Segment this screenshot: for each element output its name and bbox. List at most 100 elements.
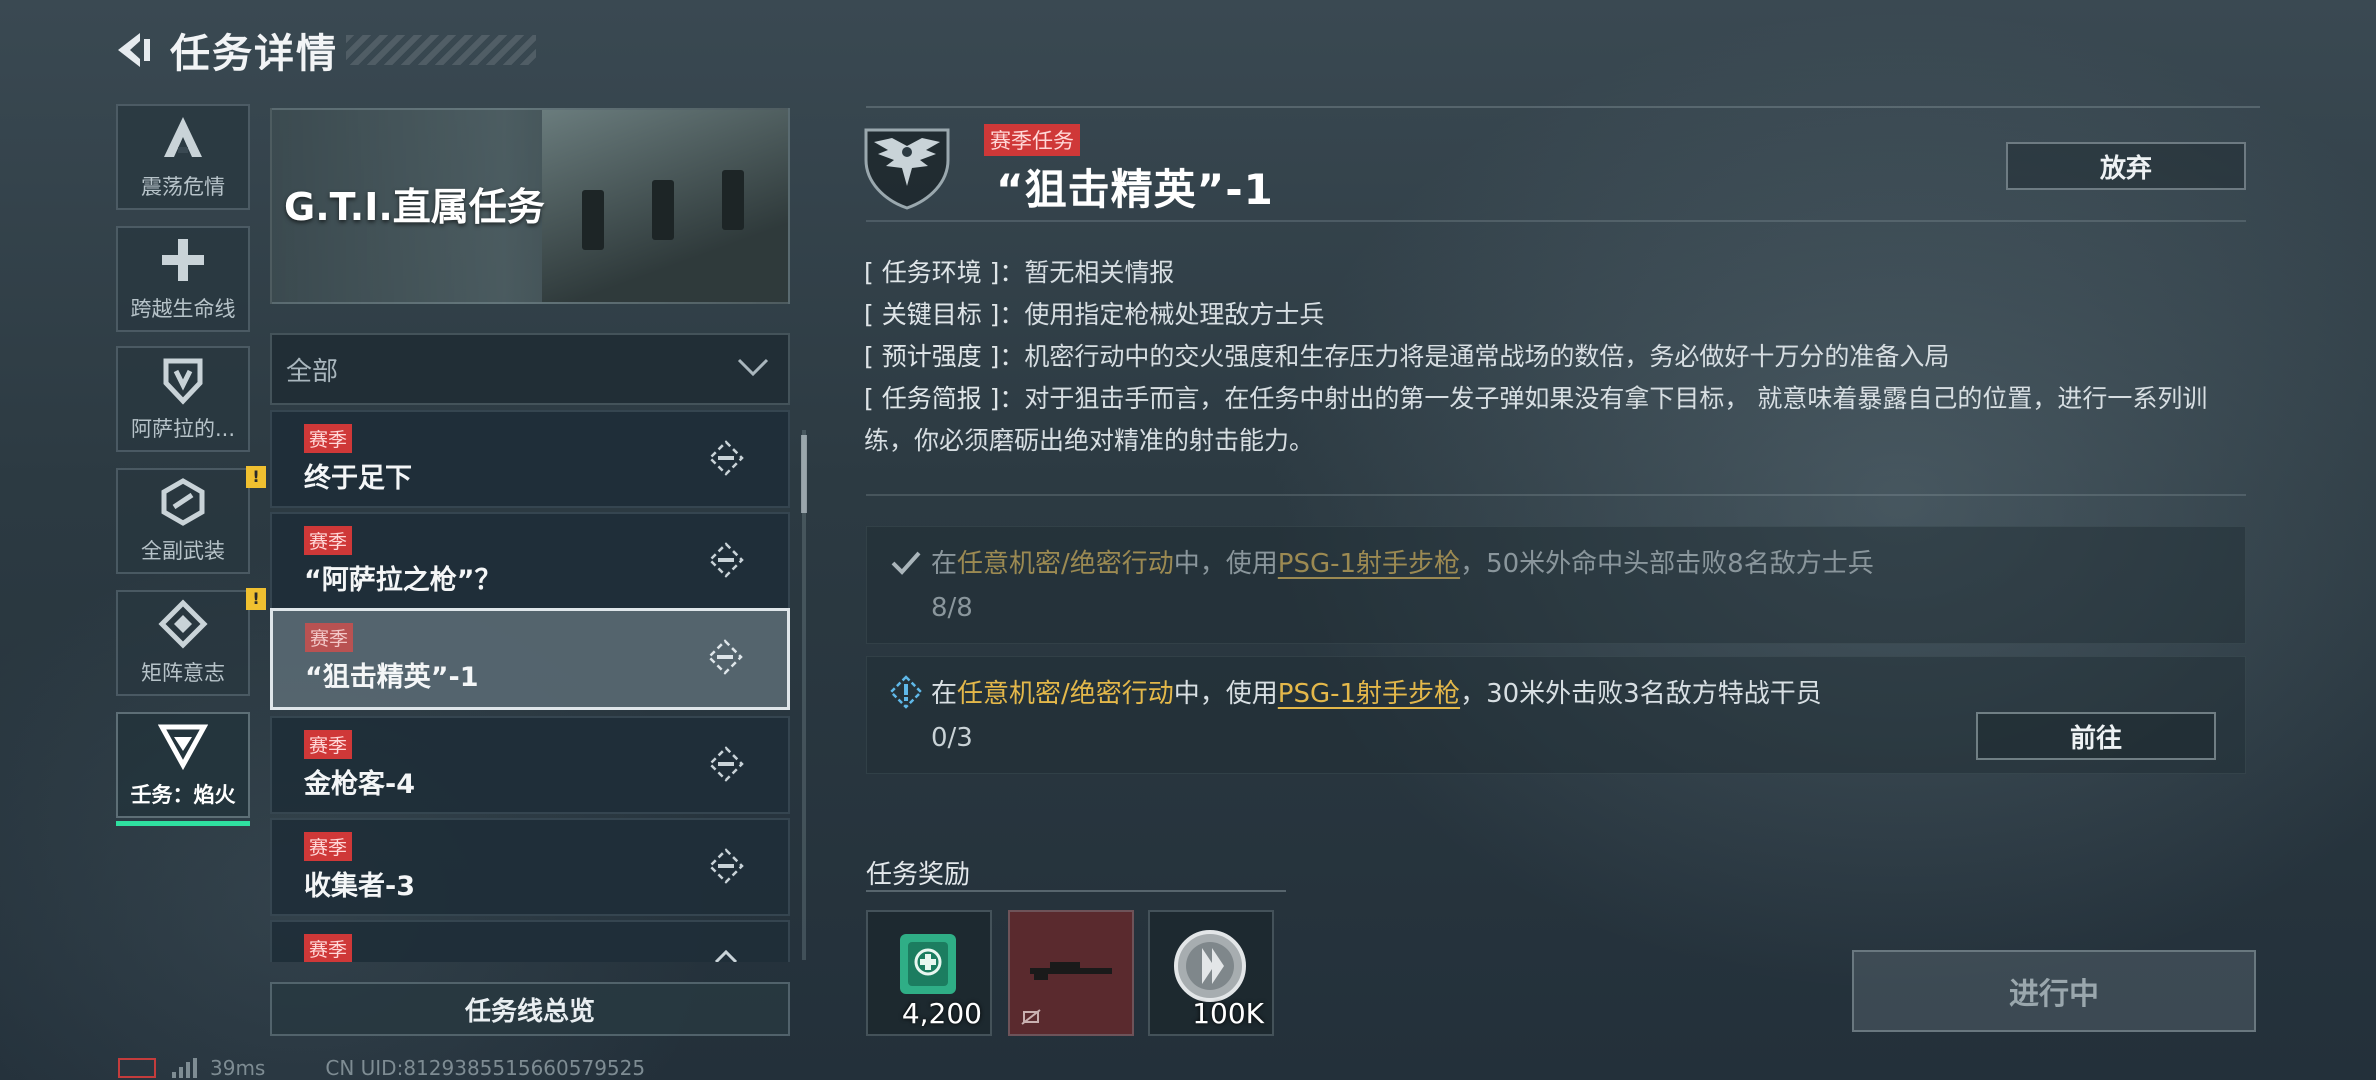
objective-mode: 任意机密/绝密行动 (957, 549, 1174, 579)
triangle-v-icon (158, 721, 208, 771)
task-item[interactable]: 赛季 收集者-3 (270, 818, 790, 916)
task-name: 终于足下 (304, 463, 412, 494)
season-tag: 赛季 (304, 526, 353, 555)
task-name: “阿萨拉之枪”？ (304, 565, 502, 596)
task-line-banner: G.T.I.直属任务 (270, 108, 790, 304)
objective-progress: 0/3 (931, 723, 973, 753)
divider (866, 106, 2260, 108)
task-title: “狙击精英”-1 (996, 165, 1274, 214)
scrollbar-thumb[interactable] (801, 435, 807, 513)
task-name: “狙击精英”-1 (305, 662, 479, 693)
info-key: [ 任务环境 ]： (864, 258, 1025, 287)
category-label: 阿萨拉的... (130, 417, 236, 441)
objective-mode: 任意机密/绝密行动 (957, 679, 1174, 709)
category-tab-2[interactable]: 跨越生命线 (116, 226, 250, 332)
category-tab-4[interactable]: 全副武装 ! (116, 466, 266, 574)
task-line-overview-button[interactable]: 任务线总览 (270, 982, 790, 1036)
a-shape-icon (158, 113, 208, 163)
category-label: 全副武装 (141, 539, 225, 563)
filter-value: 全部 (286, 356, 339, 387)
back-arrow-icon[interactable] (110, 27, 156, 73)
banner-title: G.T.I.直属任务 (284, 185, 545, 229)
matrix-icon (158, 599, 208, 649)
battery-icon (118, 1058, 156, 1078)
reward-quantity: 4,200 (901, 997, 982, 1030)
status-bar: 39ms CN UID:8129385515660579525 (118, 1056, 645, 1080)
reward-quantity: 100K (1192, 997, 1264, 1030)
divider (866, 890, 1286, 892)
info-key-target: [ 关键目标 ]：使用指定枪械处理敌方士兵 (864, 294, 2254, 336)
info-key: [ 任务简报 ]： (864, 384, 1025, 413)
hex-badge-icon (158, 477, 208, 527)
ping-value: 39ms (210, 1056, 266, 1080)
goto-button[interactable]: 前往 (1976, 712, 2216, 760)
task-item-selected[interactable]: 赛季 “狙击精英”-1 (270, 608, 790, 710)
objective-text: 在任意机密/绝密行动中，使用PSG-1射手步枪，30米外击败3名敌方特战干员 (931, 679, 1822, 709)
shield-icon (158, 355, 208, 405)
task-item[interactable]: 赛季 终于足下 (270, 410, 790, 508)
season-tag: 赛季 (305, 623, 354, 652)
waypoint-icon (708, 746, 744, 782)
info-value: 使用指定枪械处理敌方士兵 (1024, 300, 1325, 329)
info-value: 机密行动中的交火强度和生存压力将是通常战场的数倍，务必做好十万分的准备入局 (1024, 342, 1950, 371)
divider (866, 220, 2246, 222)
task-item[interactable]: 赛季 (270, 920, 790, 962)
category-label: 跨越生命线 (130, 297, 236, 321)
category-label: 壬务：焰火 (130, 783, 236, 807)
objective-completed: 在任意机密/绝密行动中，使用PSG-1射手步枪，50米外命中头部击败8名敌方士兵… (866, 526, 2246, 644)
reward-title: 任务奖励 (866, 860, 971, 890)
info-briefing: [ 任务简报 ]：对于狙击手而言，在任务中射出的第一发子弹如果没有拿下目标， 就… (864, 378, 2254, 462)
info-environment: [ 任务环境 ]：暂无相关情报 (864, 252, 2254, 294)
objective-progress: 8/8 (931, 593, 973, 623)
season-task-tag: 赛季任务 (984, 124, 1080, 156)
info-value: 暂无相关情报 (1024, 258, 1175, 287)
weapon-link[interactable]: PSG-1射手步枪 (1278, 679, 1460, 709)
season-tag: 赛季 (304, 424, 353, 453)
category-tab-5[interactable]: 矩阵意志 ! (116, 588, 266, 696)
plus-icon (158, 235, 208, 285)
page-header: 任务详情 (110, 22, 536, 78)
eagle-emblem-icon (852, 120, 962, 210)
category-tab-1[interactable]: 震荡危情 (116, 104, 250, 210)
season-tag: 赛季 (304, 730, 353, 759)
abandon-button[interactable]: 放弃 (2006, 142, 2246, 190)
divider (866, 494, 2246, 496)
waypoint-icon (708, 542, 744, 578)
waypoint-icon (708, 440, 744, 476)
season-tag: 赛季 (304, 832, 353, 861)
reward-item[interactable] (1008, 910, 1134, 1036)
uid-text: CN UID:8129385515660579525 (325, 1056, 646, 1080)
category-label: 矩阵意志 (141, 661, 225, 685)
weapon-link[interactable]: PSG-1射手步枪 (1278, 549, 1460, 579)
task-name: 金枪客-4 (304, 769, 415, 800)
alert-badge: ! (246, 466, 266, 488)
task-filter-dropdown[interactable]: 全部 (270, 333, 790, 405)
reward-item[interactable]: 100K (1148, 910, 1274, 1036)
category-tab-3[interactable]: 阿萨拉的... (116, 346, 250, 452)
info-value: 对于狙击手而言，在任务中射出的第一发子弹如果没有拿下目标， 就意味着暴露自己的位… (864, 384, 2208, 455)
waypoint-icon (707, 639, 743, 675)
category-tab-6[interactable]: 壬务：焰火 (116, 712, 250, 826)
info-key: [ 关键目标 ]： (864, 300, 1025, 329)
task-item[interactable]: 赛季 金枪客-4 (270, 716, 790, 814)
supply-case-image (542, 110, 788, 302)
objective-text: 在任意机密/绝密行动中，使用PSG-1射手步枪，50米外命中头部击败8名敌方士兵 (931, 549, 1874, 579)
check-icon (891, 551, 921, 575)
page-title: 任务详情 (170, 31, 338, 77)
info-key: [ 预计强度 ]： (864, 342, 1025, 371)
active-underline (116, 821, 250, 826)
header-decoration (346, 35, 536, 65)
reward-item[interactable]: 4,200 (866, 910, 992, 1036)
alert-badge: ! (246, 588, 266, 610)
chevron-down-icon (736, 357, 770, 381)
rifle-item-icon (1021, 962, 1112, 1025)
task-list: 赛季 终于足下 赛季 “阿萨拉之枪”？ 赛季 “狙击精英”-1 赛季 金枪客-4… (270, 410, 790, 962)
exclamation-diamond-icon (889, 675, 923, 709)
info-intensity: [ 预计强度 ]：机密行动中的交火强度和生存压力将是通常战场的数倍，务必做好十万… (864, 336, 2254, 378)
chevron-up-icon (714, 949, 738, 962)
task-name: 收集者-3 (304, 871, 415, 902)
waypoint-icon (708, 848, 744, 884)
category-label: 震荡危情 (141, 175, 225, 199)
signal-icon (172, 1058, 200, 1078)
task-item[interactable]: 赛季 “阿萨拉之枪”？ (270, 512, 790, 610)
